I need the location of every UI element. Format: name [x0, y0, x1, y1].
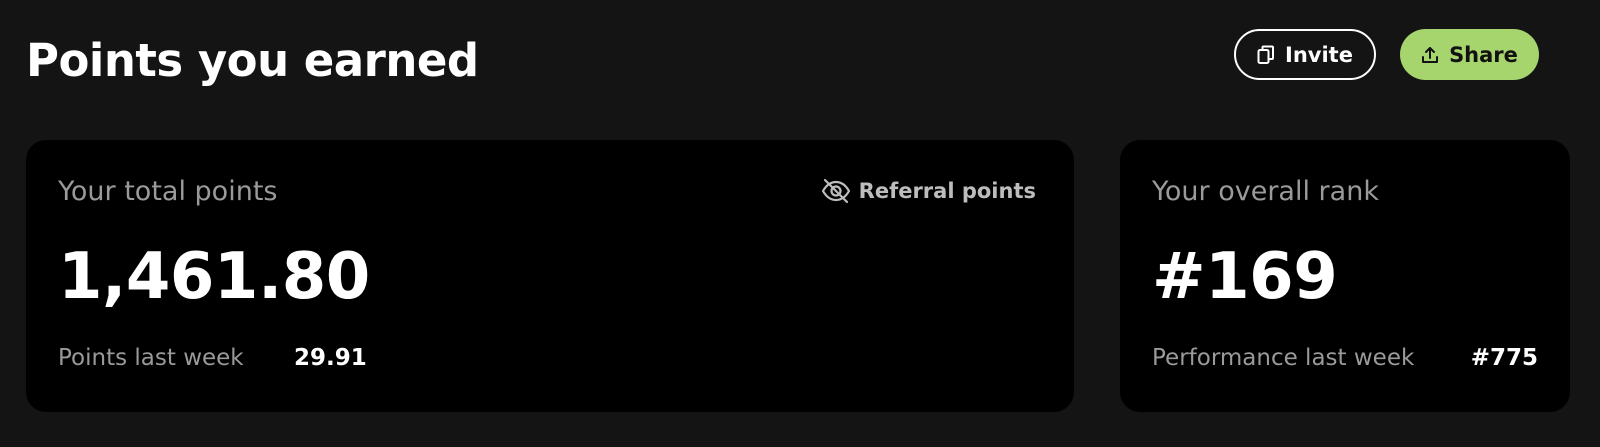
header-actions: Invite Share: [1234, 29, 1539, 80]
points-last-week-value: 29.91: [294, 345, 367, 371]
share-upload-icon: [1421, 46, 1439, 64]
eye-slash-icon: [821, 178, 851, 204]
invite-button[interactable]: Invite: [1234, 29, 1376, 80]
total-points-label: Your total points: [58, 176, 278, 207]
referral-points-toggle[interactable]: Referral points: [821, 178, 1036, 204]
performance-last-week-label: Performance last week: [1152, 345, 1415, 371]
points-page: Points you earned Invite Share Your tota…: [0, 0, 1600, 447]
page-title: Points you earned: [26, 34, 479, 87]
share-button[interactable]: Share: [1400, 29, 1539, 80]
share-button-label: Share: [1449, 42, 1518, 67]
points-last-week-label: Points last week: [58, 345, 244, 371]
overall-rank-value: #169: [1152, 240, 1338, 314]
copy-icon: [1257, 45, 1275, 65]
overall-rank-label: Your overall rank: [1152, 176, 1379, 207]
overall-rank-card: Your overall rank #169 Performance last …: [1120, 140, 1570, 412]
performance-last-week-value: #775: [1470, 345, 1538, 371]
total-points-card: Your total points Referral points 1,461.…: [26, 140, 1074, 412]
invite-button-label: Invite: [1285, 42, 1353, 67]
total-points-value: 1,461.80: [58, 240, 370, 314]
referral-points-label: Referral points: [858, 179, 1036, 203]
